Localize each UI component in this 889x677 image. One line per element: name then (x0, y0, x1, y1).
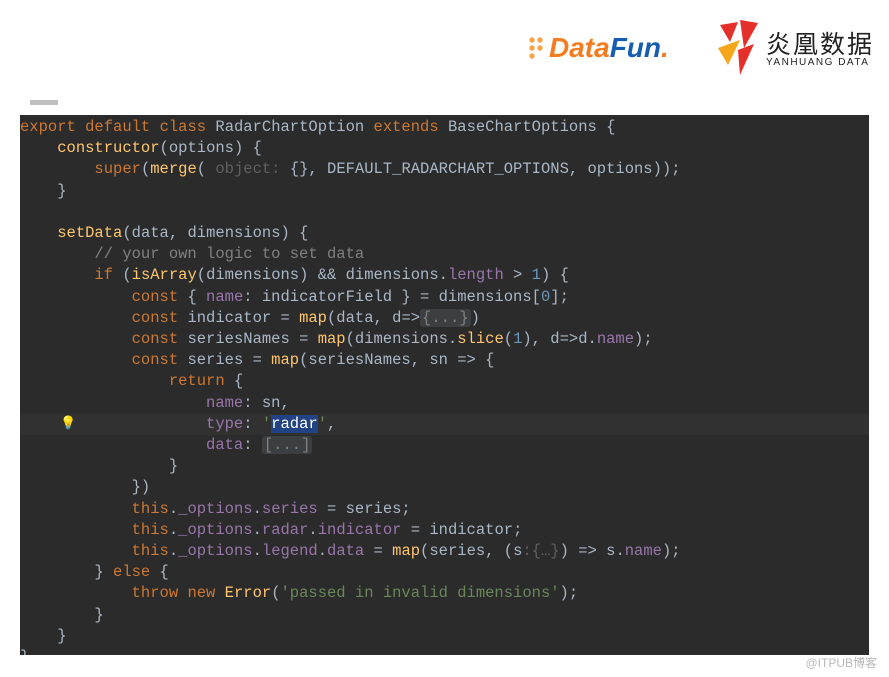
tab-indicator[interactable] (30, 100, 58, 105)
datafun-logo: DataFun. (528, 32, 669, 64)
yanhuang-logo: 炎凰数据 YANHUANG DATA (710, 20, 874, 80)
code-content: export default class RadarChartOption ex… (20, 115, 869, 655)
watermark: @ITPUB博客 (805, 654, 877, 671)
code-editor[interactable]: 💡 export default class RadarChartOption … (20, 115, 869, 655)
lightbulb-icon[interactable]: 💡 (60, 413, 73, 426)
page-header: DataFun. 炎凰数据 YANHUANG DATA (0, 0, 889, 115)
datafun-dots-icon (528, 34, 546, 60)
yanhuang-flame-icon (710, 20, 760, 80)
datafun-logo-part1: Data (549, 32, 610, 63)
yanhuang-logo-en: YANHUANG DATA (766, 58, 874, 69)
yanhuang-logo-cn: 炎凰数据 (766, 32, 874, 58)
datafun-logo-part2: Fun (610, 32, 661, 63)
datafun-logo-dot: . (661, 32, 669, 63)
